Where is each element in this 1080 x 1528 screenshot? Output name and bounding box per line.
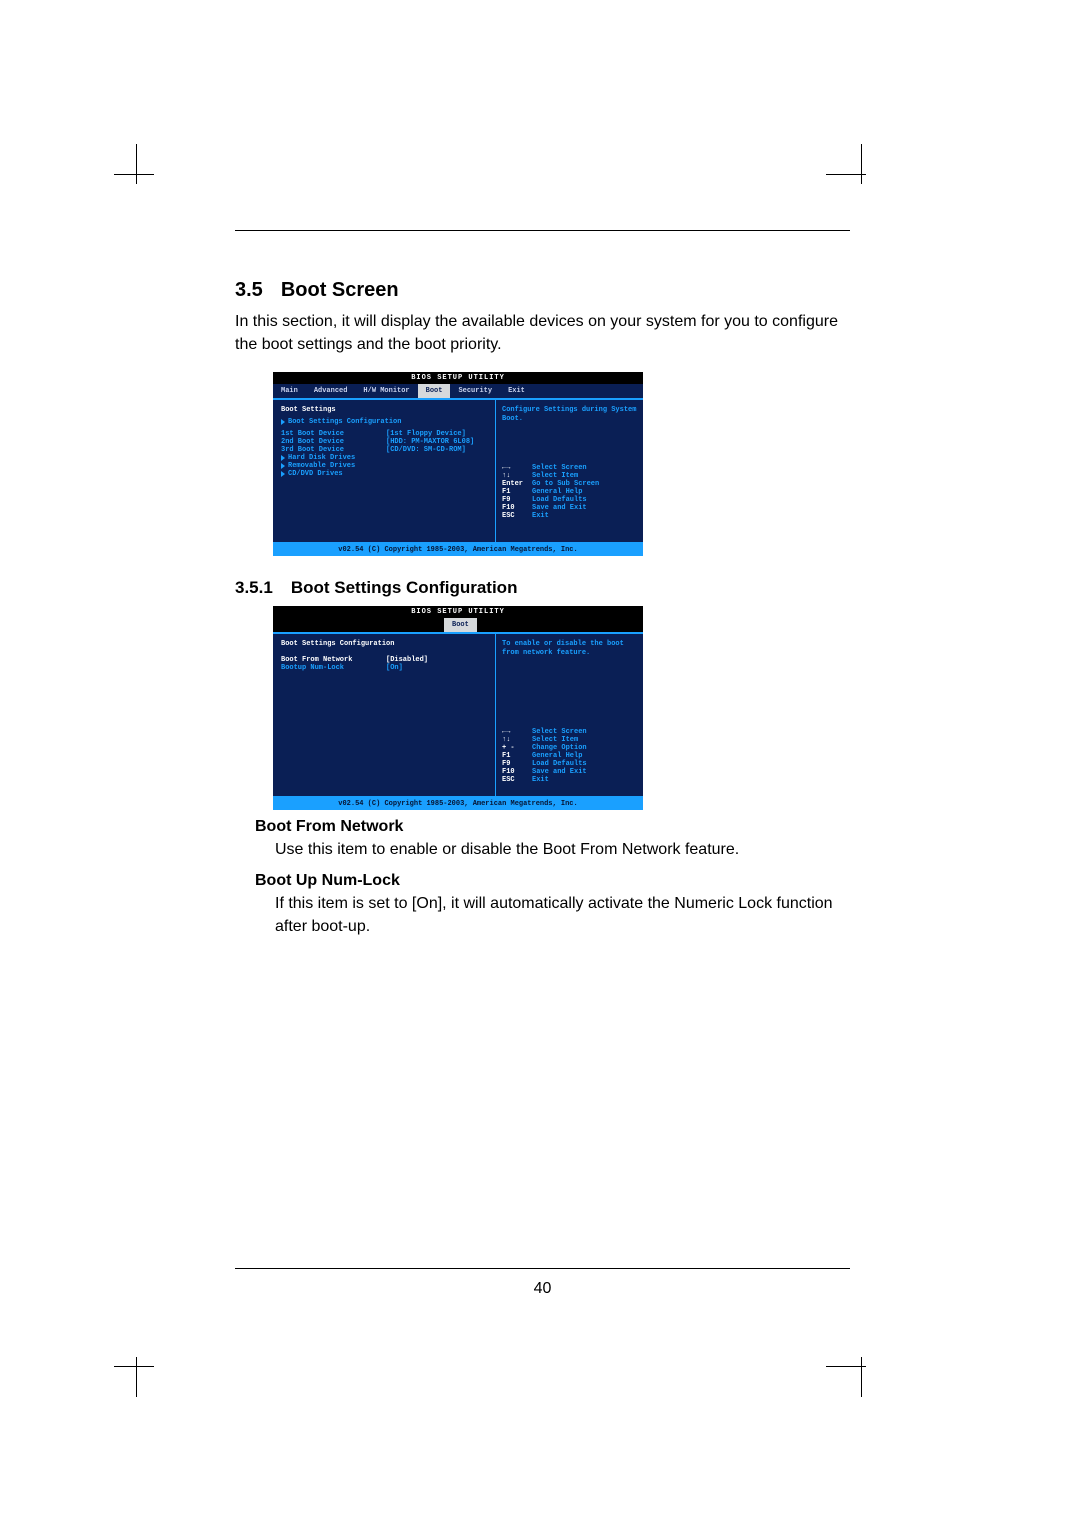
section-title: Boot Screen [281, 279, 399, 302]
bios-tab-advanced: Advanced [306, 384, 356, 398]
crop-mark-bl [118, 1353, 158, 1393]
crop-mark-br [822, 1353, 862, 1393]
bios-help-key: + -Change Option [502, 744, 637, 752]
bios-help-key: ↑↓Select Item [502, 736, 637, 744]
bios-help-key: ←→Select Screen [502, 728, 637, 736]
bios-help-key: ESCExit [502, 776, 637, 784]
crop-mark-tr [822, 148, 862, 188]
bios-tab-row: MainAdvancedH/W MonitorBootSecurityExit [273, 384, 643, 398]
bios-boot-device-row: 1st Boot Device[1st Floppy Device] [281, 430, 487, 438]
bios-help-key: ↑↓Select Item [502, 472, 637, 480]
bios-left-pane: Boot Settings Configuration Boot From Ne… [273, 634, 495, 796]
bios-submenu: CD/DVD Drives [281, 470, 487, 478]
triangle-icon [281, 463, 285, 469]
bios-tab-boot: Boot [418, 384, 451, 398]
bios-help-key: F1General Help [502, 752, 637, 760]
bios-left-pane: Boot Settings Boot Settings Configuratio… [273, 400, 495, 542]
bios-title: BIOS SETUP UTILITY [273, 372, 643, 384]
section-title: Boot Settings Configuration [291, 578, 518, 598]
bios-tip: Configure Settings during System Boot. [502, 406, 637, 424]
bios-tab-main: Main [273, 384, 306, 398]
section-3-5-1-heading: 3.5.1 Boot Settings Configuration [235, 578, 850, 598]
bios-tab-h-w-monitor: H/W Monitor [355, 384, 417, 398]
bios-setting-row: Boot From Network[Disabled] [281, 656, 487, 664]
section-number: 3.5 [235, 279, 263, 302]
bios-copyright: v02.54 (C) Copyright 1985-2003, American… [273, 798, 643, 810]
option-boot-from-network-desc: Use this item to enable or disable the B… [275, 838, 850, 861]
bios-tab-row: Boot [273, 618, 643, 632]
option-boot-from-network-title: Boot From Network [255, 818, 850, 836]
bios-help-key: F10Save and Exit [502, 768, 637, 776]
bios-tab-security: Security [450, 384, 500, 398]
bios-panel-header: Boot Settings Configuration [281, 640, 487, 648]
top-rule [235, 230, 850, 231]
bios-help-key: F9Load Defaults [502, 760, 637, 768]
bios-right-pane: Configure Settings during System Boot. ←… [495, 400, 643, 542]
section-3-5-heading: 3.5 Boot Screen [235, 279, 850, 302]
triangle-icon [281, 419, 285, 425]
triangle-icon [281, 471, 285, 477]
bios-screenshot-boot-settings-config: BIOS SETUP UTILITY Boot Boot Settings Co… [273, 606, 643, 810]
bios-help-key: ESCExit [502, 512, 637, 520]
bios-help-key: ←→Select Screen [502, 464, 637, 472]
option-bootup-numlock-desc: If this item is set to [On], it will aut… [275, 892, 850, 938]
bios-help-key: F9Load Defaults [502, 496, 637, 504]
bios-tab-boot: Boot [444, 618, 477, 632]
bios-help-key: F10Save and Exit [502, 504, 637, 512]
option-bootup-numlock-title: Boot Up Num-Lock [255, 872, 850, 890]
bios-help-keys: ←→Select Screen↑↓Select Item+ -Change Op… [502, 728, 637, 784]
footer-rule [235, 1268, 850, 1269]
section-number: 3.5.1 [235, 578, 273, 598]
bios-screenshot-boot: BIOS SETUP UTILITY MainAdvancedH/W Monit… [273, 372, 643, 556]
bios-submenu-boot-config: Boot Settings Configuration [281, 418, 487, 426]
bios-boot-device-row: 3rd Boot Device[CD/DVD: SM-CD-ROM] [281, 446, 487, 454]
page-content: 3.5 Boot Screen In this section, it will… [235, 230, 850, 948]
bios-panel-header: Boot Settings [281, 406, 487, 414]
bios-help-key: EnterGo to Sub Screen [502, 480, 637, 488]
bios-setting-row: Bootup Num-Lock[On] [281, 664, 487, 672]
bios-submenu: Hard Disk Drives [281, 454, 487, 462]
bios-submenu: Removable Drives [281, 462, 487, 470]
bios-tip: To enable or disable the boot from netwo… [502, 640, 637, 658]
bios-title: BIOS SETUP UTILITY [273, 606, 643, 618]
bios-help-key: F1General Help [502, 488, 637, 496]
crop-mark-tl [118, 148, 158, 188]
triangle-icon [281, 455, 285, 461]
bios-boot-device-row: 2nd Boot Device[HDD: PM-MAXTOR 6L08] [281, 438, 487, 446]
section-3-5-body: In this section, it will display the ava… [235, 310, 850, 356]
bios-help-keys: ←→Select Screen↑↓Select ItemEnterGo to S… [502, 464, 637, 520]
bios-copyright: v02.54 (C) Copyright 1985-2003, American… [273, 544, 643, 556]
page-number: 40 [235, 1280, 850, 1298]
bios-right-pane: To enable or disable the boot from netwo… [495, 634, 643, 796]
bios-tab-exit: Exit [500, 384, 533, 398]
